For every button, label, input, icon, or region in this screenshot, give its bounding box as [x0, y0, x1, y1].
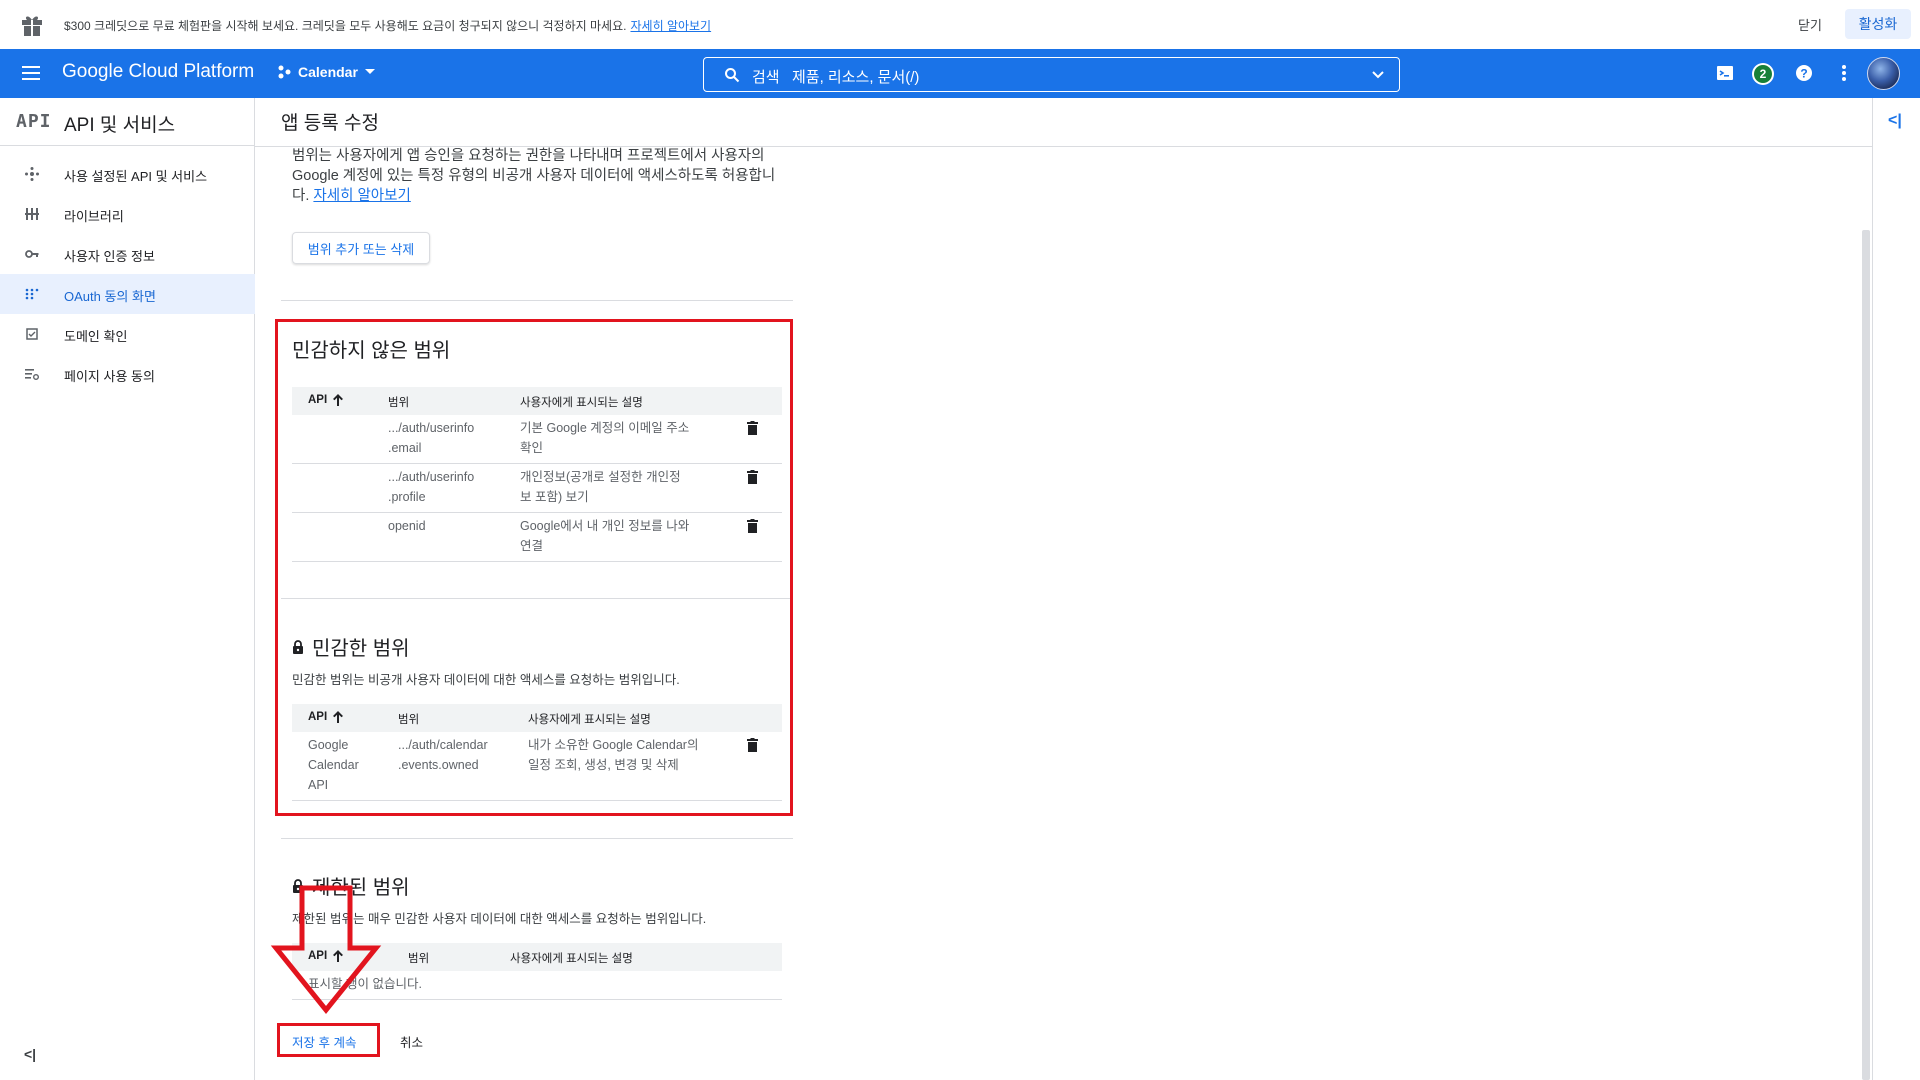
sidebar-item-library[interactable]: 라이브러리 [0, 194, 255, 234]
domain-check-icon [26, 328, 38, 340]
cancel-button[interactable]: 취소 [400, 1032, 423, 1051]
sidebar-title: API 및 서비스 [64, 115, 176, 136]
divider [281, 838, 793, 839]
promo-message: $300 크레딧으로 무료 체험판을 시작해 보세요. 크레딧을 모두 사용해도… [64, 19, 712, 33]
project-selector[interactable]: Calendar [278, 64, 376, 80]
intro-learn-more-link[interactable]: 자세히 알아보기 [313, 188, 410, 204]
consent-dots-icon [25, 288, 39, 300]
project-dots-icon [278, 65, 291, 79]
annotation-arrow-down-icon [270, 885, 382, 1014]
sidebar-collapse-button[interactable]: <| [24, 1046, 36, 1062]
sidebar-header: API API 및 서비스 [0, 98, 255, 146]
add-remove-scopes-button[interactable]: 범위 추가 또는 삭제 [292, 232, 430, 264]
sidebar-item-enabled-apis[interactable]: 사용 설정된 API 및 서비스 [0, 154, 255, 194]
brand-title[interactable]: Google Cloud Platform [62, 61, 254, 83]
sidebar-item-oauth-consent[interactable]: OAuth 동의 화면 [0, 274, 255, 314]
api-hub-icon [25, 167, 39, 181]
sidebar-item-page-usage-agreement[interactable]: 페이지 사용 동의 [0, 354, 255, 394]
help-icon[interactable]: ? [1794, 63, 1814, 83]
notifications-badge[interactable]: 2 [1752, 63, 1774, 85]
caret-down-icon [364, 69, 375, 74]
library-grid-icon [25, 208, 39, 220]
promo-bar: $300 크레딧으로 무료 체험판을 시작해 보세요. 크레딧을 모두 사용해도… [0, 0, 1920, 49]
top-header: Google Cloud Platform Calendar 검색 제품, 리소… [0, 49, 1920, 98]
sidebar-item-domain-verification[interactable]: 도메인 확인 [0, 314, 255, 354]
chevron-down-icon[interactable] [1371, 68, 1385, 82]
sidebar: API API 및 서비스 사용 설정된 API 및 서비스 라이브러리 사용자… [0, 98, 255, 1080]
project-name: Calendar [298, 64, 358, 80]
scrollbar[interactable] [1862, 230, 1870, 1080]
search-icon [725, 68, 740, 83]
promo-close-button[interactable]: 닫기 [1798, 15, 1822, 34]
search-bar[interactable]: 검색 제품, 리소스, 문서(/) [703, 57, 1400, 92]
divider [281, 300, 793, 301]
search-placeholder: 제품, 리소스, 문서(/) [792, 69, 920, 86]
page-title: 앱 등록 수정 [281, 113, 379, 134]
right-side-panel: <| [1872, 98, 1920, 1080]
api-logo: API [16, 111, 52, 132]
cloud-shell-icon[interactable] [1715, 63, 1735, 83]
svg-text:?: ? [1800, 67, 1807, 81]
scope-column-header: 범위 [408, 953, 430, 965]
more-vert-icon[interactable] [1834, 63, 1854, 83]
highlight-box [275, 319, 793, 816]
highlight-box [277, 1023, 380, 1057]
panel-expand-icon[interactable]: <| [1888, 112, 1902, 130]
scopes-intro: 범위는 사용자에게 앱 승인을 요청하는 권한을 나타내며 프로젝트에서 사용자… [292, 148, 776, 204]
key-icon [25, 250, 39, 258]
desc-column-header: 사용자에게 표시되는 설명 [510, 953, 633, 965]
hamburger-menu-icon[interactable] [22, 65, 42, 81]
activate-button[interactable]: 활성화 [1845, 9, 1911, 39]
settings-list-icon [25, 369, 39, 380]
gift-icon [22, 16, 42, 36]
avatar[interactable] [1867, 57, 1900, 90]
search-label: 검색 [752, 69, 780, 86]
sidebar-item-credentials[interactable]: 사용자 인증 정보 [0, 234, 255, 274]
promo-learn-more-link[interactable]: 자세히 알아보기 [630, 19, 711, 33]
